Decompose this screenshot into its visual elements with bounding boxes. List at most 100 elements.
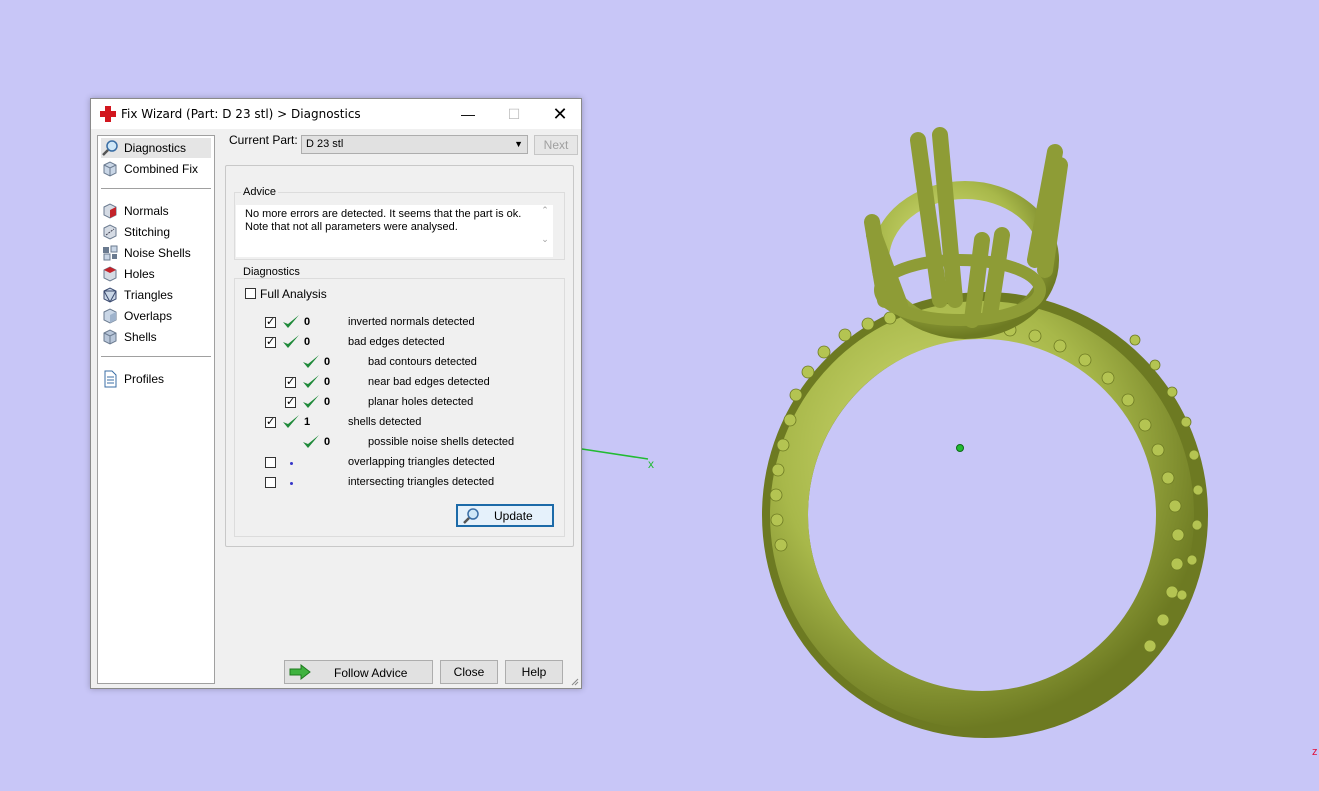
- nav-label: Overlaps: [124, 309, 173, 323]
- green-check-icon: [303, 375, 319, 388]
- document-icon: [104, 370, 117, 388]
- follow-advice-button[interactable]: Follow Advice: [284, 660, 433, 684]
- nav-item-stitching[interactable]: Stitching: [101, 222, 211, 242]
- diagnostic-count: 0: [304, 316, 311, 328]
- diagnostic-count: 0: [304, 336, 311, 348]
- diagnostic-label: bad contours detected: [368, 356, 477, 368]
- diagnostic-label: near bad edges detected: [368, 376, 490, 388]
- minimize-button[interactable]: —: [445, 99, 491, 129]
- help-button[interactable]: Help: [505, 660, 563, 684]
- green-check-icon: [283, 315, 299, 328]
- advice-text: No more errors are detected. It seems th…: [236, 205, 553, 257]
- full-analysis-label: Full Analysis: [260, 287, 327, 301]
- close-button[interactable]: Close: [440, 660, 498, 684]
- diagnostic-count: 1: [304, 416, 311, 428]
- nav-item-normals[interactable]: Normals: [101, 201, 211, 221]
- magnifier-icon: [102, 140, 118, 156]
- stitching-cube-icon: [103, 224, 117, 240]
- diagnostic-label: bad edges detected: [348, 336, 445, 348]
- diagnostic-checkbox[interactable]: [265, 477, 276, 488]
- diagnostic-label: inverted normals detected: [348, 316, 475, 328]
- window-title: Fix Wizard (Part: D 23 stl) > Diagnostic…: [121, 107, 361, 121]
- nav-item-triangles[interactable]: Triangles: [101, 285, 211, 305]
- pending-dot-icon: [290, 482, 293, 485]
- nav-item-shells[interactable]: Shells: [101, 327, 211, 347]
- pivot-point: [956, 444, 964, 452]
- scroll-down-icon[interactable]: ⌄: [537, 234, 553, 245]
- diagnostic-checkbox[interactable]: [265, 457, 276, 468]
- green-check-icon: [303, 435, 319, 448]
- advice-title: Advice: [241, 186, 279, 198]
- chevron-down-icon: ▼: [514, 139, 523, 149]
- diagnostic-count: 0: [324, 436, 331, 448]
- x-axis-label: x: [648, 457, 654, 471]
- nav-label: Diagnostics: [124, 141, 187, 155]
- nav-item-combined-fix[interactable]: Combined Fix: [101, 159, 211, 179]
- nav-label: Combined Fix: [124, 162, 199, 176]
- nav-label: Normals: [124, 204, 169, 218]
- diagnostic-label: intersecting triangles detected: [348, 476, 495, 488]
- nav-item-profiles[interactable]: Profiles: [101, 369, 211, 389]
- diagnostic-count: 0: [324, 396, 331, 408]
- full-analysis-checkbox[interactable]: [245, 288, 256, 299]
- green-check-icon: [283, 335, 299, 348]
- nav-label: Holes: [124, 267, 155, 281]
- fix-wizard-dialog: Fix Wizard (Part: D 23 stl) > Diagnostic…: [90, 98, 582, 689]
- shells-cube-icon: [103, 329, 117, 345]
- diagnostic-checkbox[interactable]: [265, 415, 276, 428]
- pending-dot-icon: [290, 462, 293, 465]
- advice-scrollbar[interactable]: ⌃ ⌄: [537, 205, 553, 257]
- title-bar[interactable]: Fix Wizard (Part: D 23 stl) > Diagnostic…: [91, 99, 581, 129]
- nav-separator: [101, 356, 211, 357]
- magnifier-icon: [463, 508, 479, 524]
- scroll-up-icon[interactable]: ⌃: [537, 205, 553, 216]
- update-label: Update: [494, 509, 533, 523]
- green-check-icon: [303, 355, 319, 368]
- diagnostic-count: 0: [324, 376, 331, 388]
- green-check-icon: [283, 415, 299, 428]
- advice-line-1: No more errors are detected. It seems th…: [245, 208, 522, 220]
- triangles-cube-icon: [103, 287, 117, 303]
- diagnostic-checkbox[interactable]: [285, 395, 296, 408]
- current-part-value: D 23 stl: [306, 138, 344, 150]
- nav-label: Stitching: [124, 225, 171, 239]
- update-button[interactable]: Update: [456, 504, 554, 527]
- diagnostic-count: 0: [324, 356, 331, 368]
- diagnostic-label: possible noise shells detected: [368, 436, 515, 448]
- nav-item-noise-shells[interactable]: Noise Shells: [101, 243, 211, 263]
- advice-line-2: Note that not all parameters were analys…: [245, 221, 458, 233]
- nav-label: Triangles: [124, 288, 173, 302]
- resize-grip-icon[interactable]: [569, 676, 579, 686]
- follow-advice-label: Follow Advice: [334, 666, 408, 680]
- nav-item-overlaps[interactable]: Overlaps: [101, 306, 211, 326]
- current-part-select[interactable]: D 23 stl ▼: [301, 135, 528, 154]
- close-window-button[interactable]: ✕: [537, 99, 583, 129]
- x-axis-line: [581, 448, 649, 460]
- diagnostic-label: planar holes detected: [368, 396, 474, 408]
- ring-band: [770, 301, 1194, 729]
- nav-label: Profiles: [124, 372, 165, 386]
- red-cross-icon: [100, 106, 116, 122]
- next-button[interactable]: Next: [534, 135, 578, 155]
- maximize-button[interactable]: ☐: [491, 99, 537, 129]
- diagnostic-checkbox[interactable]: [265, 315, 276, 328]
- diagnostic-label: overlapping triangles detected: [348, 456, 495, 468]
- current-part-label: Current Part:: [229, 133, 298, 147]
- wizard-nav: Diagnostics Combined Fix Normals Stitchi…: [97, 135, 215, 684]
- arrow-right-icon: [289, 664, 311, 680]
- cube-icon: [103, 161, 117, 177]
- diagnostic-label: shells detected: [348, 416, 422, 428]
- nav-separator: [101, 188, 211, 189]
- nav-label: Noise Shells: [124, 246, 191, 260]
- diagnostic-checkbox[interactable]: [285, 375, 296, 388]
- diagnostics-title: Diagnostics: [241, 266, 302, 278]
- holes-cube-icon: [103, 266, 117, 282]
- overlaps-cube-icon: [103, 308, 117, 324]
- nav-item-diagnostics[interactable]: Diagnostics: [101, 138, 211, 158]
- z-axis-label: z: [1312, 746, 1318, 758]
- noise-shells-icon: [103, 245, 118, 261]
- green-check-icon: [303, 395, 319, 408]
- nav-label: Shells: [124, 330, 157, 344]
- diagnostic-checkbox[interactable]: [265, 335, 276, 348]
- nav-item-holes[interactable]: Holes: [101, 264, 211, 284]
